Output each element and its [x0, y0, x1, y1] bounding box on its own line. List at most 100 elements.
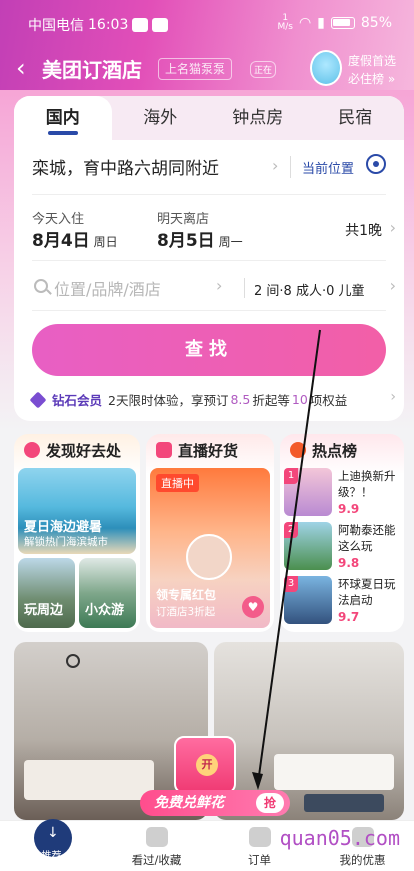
nav-label: 订单 [248, 853, 271, 867]
heart-icon[interactable]: ♥ [242, 596, 264, 618]
play-icon [156, 442, 172, 458]
ferris-wheel-icon [310, 50, 342, 86]
battery-percent: 85% [360, 15, 392, 31]
holiday-ranking[interactable]: 度假首选 必住榜 » [306, 50, 406, 90]
page-title: 美团订酒店 [42, 58, 142, 82]
live-tag: 直播中 [156, 474, 199, 492]
holiday-line2: 必住榜 » [348, 72, 396, 86]
chevron-right-icon: › [389, 218, 396, 237]
promo-pill[interactable]: 免费兑鲜花 抢 [140, 790, 290, 816]
app-badge-icon-2 [152, 18, 169, 32]
hot-item[interactable]: 2 阿勒泰还能这么玩 9.8 [284, 522, 400, 572]
bench-shape [304, 794, 384, 812]
nav-label: 我的优惠 [339, 853, 386, 867]
app-badge-icon [132, 18, 149, 32]
lamp-shape [66, 654, 80, 668]
hot-item[interactable]: 1 上迪换新升级？！ 9.9 [284, 468, 400, 518]
checkin-date-text: 8月4日 [32, 231, 90, 251]
vip-banner[interactable]: 钻石会员 2天限时体验，享预订 8.5 折起等 10 项权益 [29, 390, 348, 409]
speed-unit: M/s [277, 22, 293, 32]
rank-badge: 3 [284, 576, 298, 592]
bed-shape [24, 760, 154, 800]
keyword-input[interactable]: 位置/品牌/酒店 [54, 276, 161, 300]
niche-label: 小众游 [85, 603, 125, 618]
member-tag-state: 正在 [250, 61, 277, 78]
chevron-right-icon: › [389, 276, 396, 295]
back-icon[interactable]: ‹ [16, 54, 26, 82]
title-bar: ‹ 美团订酒店 上名猫泵泵 正在 度假首选 必住榜 » [0, 50, 414, 90]
vip-count: 10 [291, 392, 308, 407]
tab-overseas[interactable]: 海外 [112, 96, 210, 140]
holiday-line1: 度假首选 [348, 54, 397, 68]
checkout-weekday: 周一 [218, 235, 243, 249]
hot-item-title: 上迪换新升级？！ [338, 469, 396, 499]
divider [290, 156, 291, 178]
hot-item-score: 9.9 [338, 502, 360, 516]
live-section[interactable]: 直播好货 直播中 领专属红包 订酒店3折起 ♥ [146, 434, 274, 632]
checkout-date[interactable]: 8月5日 周一 [157, 226, 243, 251]
bed-shape [274, 754, 394, 790]
rank-badge: 2 [284, 522, 298, 538]
checkout-label: 明天离店 [157, 212, 210, 227]
hot-title: 热点榜 [312, 441, 358, 460]
search-card: 国内 海外 钟点房 民宿 栾城，育中路六胡同附近 › 当前位置 今天入住 8月4… [14, 96, 404, 421]
locate-icon[interactable] [366, 154, 386, 174]
checkout-date-text: 8月5日 [157, 231, 215, 251]
grab-button[interactable]: 抢 [256, 793, 284, 813]
chevron-right-icon: › [272, 156, 279, 175]
live-line1: 领专属红包 [156, 588, 217, 602]
divider [32, 260, 386, 261]
discover-section[interactable]: 发现好去处 夏日海边避暑 解锁热门海滨城市 玩周边 小众游 [14, 434, 140, 632]
divider [244, 278, 245, 298]
checkin-label: 今天入住 [32, 212, 85, 227]
current-position-link[interactable]: 当前位置 [302, 158, 354, 177]
member-tag[interactable]: 上名猫泵泵 [158, 58, 233, 80]
divider [32, 310, 386, 311]
search-icon [34, 279, 48, 293]
location-field[interactable]: 栾城，育中路六胡同附近 [32, 154, 219, 179]
nearby-label: 玩周边 [24, 603, 64, 618]
live-title: 直播好货 [178, 441, 239, 460]
nav-label: 看过/收藏 [131, 853, 182, 867]
vip-discount: 8.5 [230, 392, 251, 407]
carrier: 中国电信 [28, 18, 84, 34]
guests-selector[interactable]: 2 间·8 成人·0 儿童 [254, 280, 364, 299]
chevron-right-icon: › [390, 389, 396, 405]
nights-count[interactable]: 共1晚 [345, 220, 382, 240]
order-icon [249, 827, 271, 847]
beach-card[interactable]: 夏日海边避暑 解锁热门海滨城市 [18, 468, 136, 554]
tab-bar: 国内 海外 钟点房 民宿 [14, 96, 404, 140]
hot-section[interactable]: 热点榜 1 上迪换新升级？！ 9.9 2 阿勒泰还能这么玩 9.8 3 环球夏日… [280, 434, 404, 632]
discover-title: 发现好去处 [46, 441, 122, 460]
battery-icon [330, 17, 355, 29]
chevron-right-icon: › [216, 276, 223, 295]
live-card[interactable]: 直播中 领专属红包 订酒店3折起 ♥ [150, 468, 270, 628]
flower-promo[interactable]: 开 免费兑鲜花 抢 [140, 736, 290, 822]
tab-domestic[interactable]: 国内 [14, 96, 112, 140]
tab-homestay[interactable]: 民宿 [307, 96, 405, 140]
tab-hourly[interactable]: 钟点房 [209, 96, 307, 140]
beach-subtitle: 解锁热门海滨城市 [24, 536, 108, 548]
checkin-date[interactable]: 8月4日 周日 [32, 226, 118, 251]
live-line2: 订酒店3折起 [156, 606, 216, 618]
vip-text-c: 项权益 [309, 393, 348, 408]
streamer-avatar [186, 534, 232, 580]
nav-history[interactable]: 看过/收藏 [105, 821, 208, 871]
hot-item[interactable]: 3 环球夏日玩法启动 9.7 [284, 576, 400, 626]
envelope-seal: 开 [196, 754, 218, 776]
status-bar: 中国电信 16:03 1 M/s ◠ ▮ 85% [0, 0, 414, 44]
rank-badge: 1 [284, 468, 298, 484]
hot-header: 热点榜 [280, 434, 404, 466]
diamond-icon [29, 391, 47, 408]
vip-name: 钻石会员 [52, 393, 103, 408]
beach-title: 夏日海边避暑 [24, 520, 103, 535]
hot-item-title: 阿勒泰还能这么玩 [338, 523, 396, 553]
search-button[interactable]: 查找 [32, 324, 386, 376]
niche-card[interactable]: 小众游 [79, 558, 136, 628]
checkin-weekday: 周日 [93, 235, 118, 249]
vip-text-a: 2天限时体验，享预订 [108, 393, 229, 408]
red-envelope-icon: 开 [174, 736, 236, 794]
hot-item-title: 环球夏日玩法启动 [338, 577, 396, 607]
nearby-card[interactable]: 玩周边 [18, 558, 75, 628]
nav-recommend[interactable]: 推荐 [0, 819, 103, 871]
